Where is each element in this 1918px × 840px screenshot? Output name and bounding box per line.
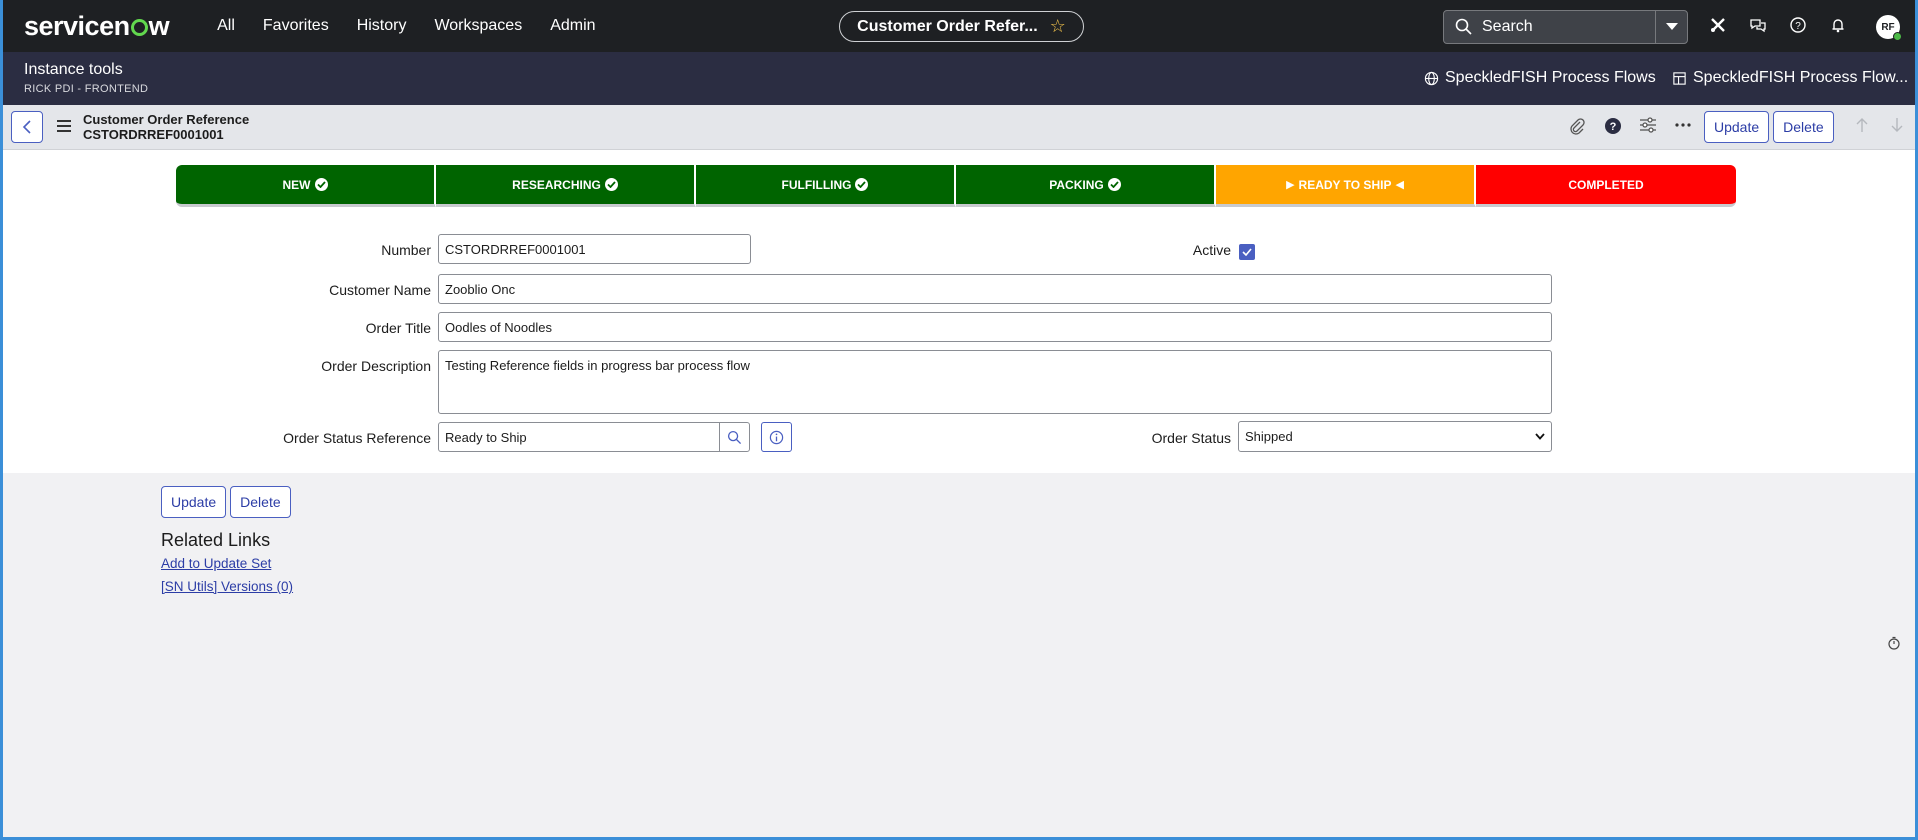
reference-lookup-button[interactable] bbox=[719, 422, 750, 452]
bottom-delete-button[interactable]: Delete bbox=[230, 486, 291, 518]
check-circle-icon bbox=[1107, 178, 1121, 191]
svg-text:?: ? bbox=[1795, 21, 1801, 32]
user-avatar[interactable]: RF bbox=[1876, 15, 1902, 41]
customer-name-field[interactable]: Zooblio Onc bbox=[438, 274, 1552, 304]
search-dropdown-button[interactable] bbox=[1655, 10, 1687, 44]
attachment-icon[interactable] bbox=[1569, 117, 1585, 135]
menu-favorites[interactable]: Favorites bbox=[249, 17, 343, 35]
module-icon bbox=[1673, 71, 1686, 85]
process-stage-ready-to-ship: ▶ READY TO SHIP ◀ bbox=[1216, 165, 1476, 207]
notifications-bell-icon[interactable] bbox=[1826, 13, 1850, 37]
process-stage-new: NEW bbox=[176, 165, 436, 207]
chat-icon[interactable] bbox=[1746, 13, 1770, 37]
order-title-label: Order Title bbox=[365, 320, 431, 336]
order-description-label: Order Description bbox=[321, 358, 431, 374]
order-status-select[interactable]: Shipped bbox=[1238, 421, 1552, 452]
next-record-arrow-icon[interactable] bbox=[1890, 117, 1904, 133]
number-field[interactable]: CSTORDRREF0001001 bbox=[438, 234, 751, 264]
process-stage-completed: COMPLETED bbox=[1476, 165, 1736, 207]
order-status-selected-value: Shipped bbox=[1245, 429, 1293, 444]
check-circle-icon bbox=[604, 178, 618, 191]
current-stage-right-arrow-icon: ◀ bbox=[1395, 179, 1404, 191]
info-icon bbox=[769, 430, 784, 444]
star-icon[interactable]: ☆ bbox=[1050, 16, 1066, 37]
more-options-icon[interactable] bbox=[1675, 123, 1691, 127]
response-time-icon[interactable] bbox=[1887, 636, 1901, 650]
process-flow-bar: NEW RESEARCHING FULFILLING PACKING ▶ READY TO… bbox=[176, 165, 1736, 207]
check-circle-icon bbox=[855, 178, 869, 191]
menu-all[interactable]: All bbox=[203, 17, 249, 35]
bottom-actions: Update Delete bbox=[161, 486, 291, 518]
previous-record-arrow-icon[interactable] bbox=[1855, 117, 1869, 133]
servicenow-logo[interactable]: servicen w bbox=[24, 11, 170, 42]
order-status-label: Order Status bbox=[1151, 430, 1231, 446]
presence-dot bbox=[1893, 32, 1902, 41]
help-circle-icon[interactable]: ? bbox=[1604, 117, 1622, 135]
main-menu: All Favorites History Workspaces Admin bbox=[203, 17, 609, 35]
menu-admin[interactable]: Admin bbox=[536, 17, 609, 35]
form-header: Customer Order Reference CSTORDRREF00010… bbox=[3, 105, 1915, 150]
process-stage-label: RESEARCHING bbox=[512, 177, 601, 192]
process-stage-packing: PACKING bbox=[956, 165, 1216, 207]
chevron-down-icon bbox=[1665, 23, 1678, 30]
bottom-update-button[interactable]: Update bbox=[161, 486, 227, 518]
order-status-reference-label: Order Status Reference bbox=[283, 430, 431, 446]
search-input[interactable]: Search bbox=[1482, 18, 1655, 36]
customer-name-label: Customer Name bbox=[329, 282, 431, 298]
top-icons: ? bbox=[1706, 13, 1850, 37]
globe-icon bbox=[1424, 71, 1439, 85]
header-delete-button[interactable]: Delete bbox=[1773, 111, 1834, 143]
order-status-reference-field[interactable]: Ready to Ship bbox=[438, 422, 720, 452]
search-icon bbox=[727, 430, 742, 444]
context-menu-icon[interactable] bbox=[57, 120, 71, 132]
checkmark-icon bbox=[1242, 248, 1252, 256]
instance-subtitle: RICK PDI - FRONTEND bbox=[24, 83, 149, 95]
search-icon bbox=[1455, 18, 1472, 35]
record-number-label: CSTORDRREF0001001 bbox=[83, 127, 224, 142]
back-button[interactable] bbox=[11, 111, 43, 143]
active-checkbox[interactable] bbox=[1239, 244, 1255, 260]
related-links-heading: Related Links bbox=[161, 530, 271, 550]
help-icon[interactable]: ? bbox=[1786, 13, 1810, 37]
process-stage-label: NEW bbox=[282, 177, 311, 192]
header-update-button[interactable]: Update bbox=[1704, 111, 1770, 143]
form-body: NEW RESEARCHING FULFILLING PACKING ▶ READY TO… bbox=[3, 150, 1915, 473]
process-stage-label: PACKING bbox=[1049, 177, 1104, 192]
process-stage-label: COMPLETED bbox=[1568, 177, 1644, 192]
context-pill[interactable]: Customer Order Refer... ☆ bbox=[839, 11, 1084, 42]
check-circle-icon bbox=[314, 178, 328, 191]
add-to-update-set-link[interactable]: Add to Update Set bbox=[161, 556, 271, 571]
global-search[interactable]: Search bbox=[1443, 10, 1688, 44]
chevron-down-icon bbox=[1535, 433, 1545, 440]
process-stage-fulfilling: FULFILLING bbox=[696, 165, 956, 207]
preview-record-button[interactable] bbox=[761, 422, 792, 452]
speckledfish-process-flows-link[interactable]: SpeckledFISH Process Flows bbox=[1424, 69, 1656, 87]
process-stage-label: FULFILLING bbox=[781, 177, 852, 192]
sn-utils-versions-link[interactable]: [SN Utils] Versions (0) bbox=[161, 579, 293, 594]
speckledfish-process-flow-module-link[interactable]: SpeckledFISH Process Flow... bbox=[1672, 69, 1908, 87]
active-label: Active bbox=[1192, 242, 1231, 258]
instance-title: Instance tools bbox=[24, 61, 123, 78]
instance-tools-bar: Instance tools RICK PDI - FRONTEND Speck… bbox=[0, 52, 1918, 105]
svg-text:?: ? bbox=[1610, 121, 1617, 133]
order-description-textarea[interactable]: Testing Reference fields in progress bar… bbox=[438, 350, 1552, 414]
personalize-form-icon[interactable] bbox=[1639, 117, 1657, 133]
process-stage-label: READY TO SHIP bbox=[1298, 177, 1392, 192]
top-navigation: servicen w All Favorites History Workspac… bbox=[0, 0, 1918, 52]
record-type-label: Customer Order Reference bbox=[83, 112, 250, 127]
number-label: Number bbox=[381, 242, 431, 258]
header-actions: Update Delete bbox=[1704, 111, 1834, 143]
process-stage-researching: RESEARCHING bbox=[436, 165, 696, 207]
chevron-left-icon bbox=[22, 120, 31, 134]
scoped-tools-icon[interactable] bbox=[1706, 13, 1730, 37]
menu-workspaces[interactable]: Workspaces bbox=[420, 17, 536, 35]
current-stage-left-arrow-icon: ▶ bbox=[1286, 179, 1295, 191]
menu-history[interactable]: History bbox=[343, 17, 421, 35]
context-pill-label: Customer Order Refer... bbox=[857, 17, 1038, 35]
order-title-field[interactable]: Oodles of Noodles bbox=[438, 312, 1552, 342]
